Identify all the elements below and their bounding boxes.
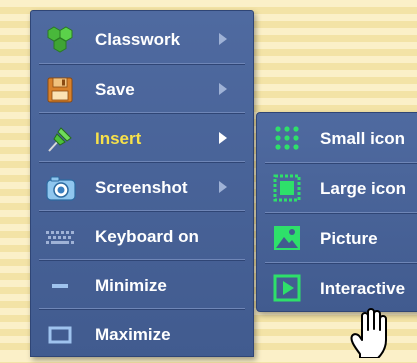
menu-item-save[interactable]: Save [31, 65, 253, 113]
small-icon-grid-icon [273, 124, 301, 152]
menu-item-maximize[interactable]: Maximize [31, 310, 253, 358]
submenu-item-large-icon[interactable]: Large icon [257, 164, 417, 212]
submenu-item-picture[interactable]: Picture [257, 214, 417, 262]
maximize-icon [45, 320, 75, 350]
pushpin-icon [45, 124, 75, 154]
submenu-arrow-icon [219, 83, 227, 95]
submenu-item-label: Small icon [320, 129, 406, 148]
hand-cursor-icon [346, 296, 406, 359]
keyboard-icon [45, 222, 75, 252]
menu-item-insert[interactable]: Insert [31, 114, 253, 162]
menu-item-label: Insert [95, 129, 142, 148]
floppy-disk-icon [45, 75, 75, 105]
submenu-item-small-icon[interactable]: Small icon [257, 114, 417, 162]
menu-item-label: Maximize [95, 325, 171, 344]
submenu-arrow-icon [219, 181, 227, 193]
submenu-item-label: Picture [320, 229, 378, 248]
submenu-arrow-icon [219, 33, 227, 45]
menu-item-label: Classwork [95, 30, 181, 49]
play-icon [273, 274, 301, 302]
context-menu: Classwork Save Insert Screenshot Keyboar… [30, 10, 254, 357]
submenu-item-label: Large icon [320, 179, 406, 198]
menu-item-label: Screenshot [95, 178, 188, 197]
large-icon-square-icon [273, 174, 301, 202]
menu-item-classwork[interactable]: Classwork [31, 15, 253, 63]
insert-submenu: Small icon Large icon Picture Interactiv… [256, 112, 417, 312]
picture-icon [273, 224, 301, 252]
camera-icon [45, 173, 76, 203]
menu-item-label: Keyboard on [95, 227, 199, 246]
submenu-arrow-icon [219, 132, 227, 144]
menu-item-label: Save [95, 80, 135, 99]
minimize-icon [45, 271, 75, 301]
menu-item-screenshot[interactable]: Screenshot [31, 163, 253, 211]
menu-item-label: Minimize [95, 276, 167, 295]
menu-item-minimize[interactable]: Minimize [31, 261, 253, 309]
menu-item-keyboard-on[interactable]: Keyboard on [31, 212, 253, 260]
classwork-hexagons-icon [45, 25, 75, 55]
